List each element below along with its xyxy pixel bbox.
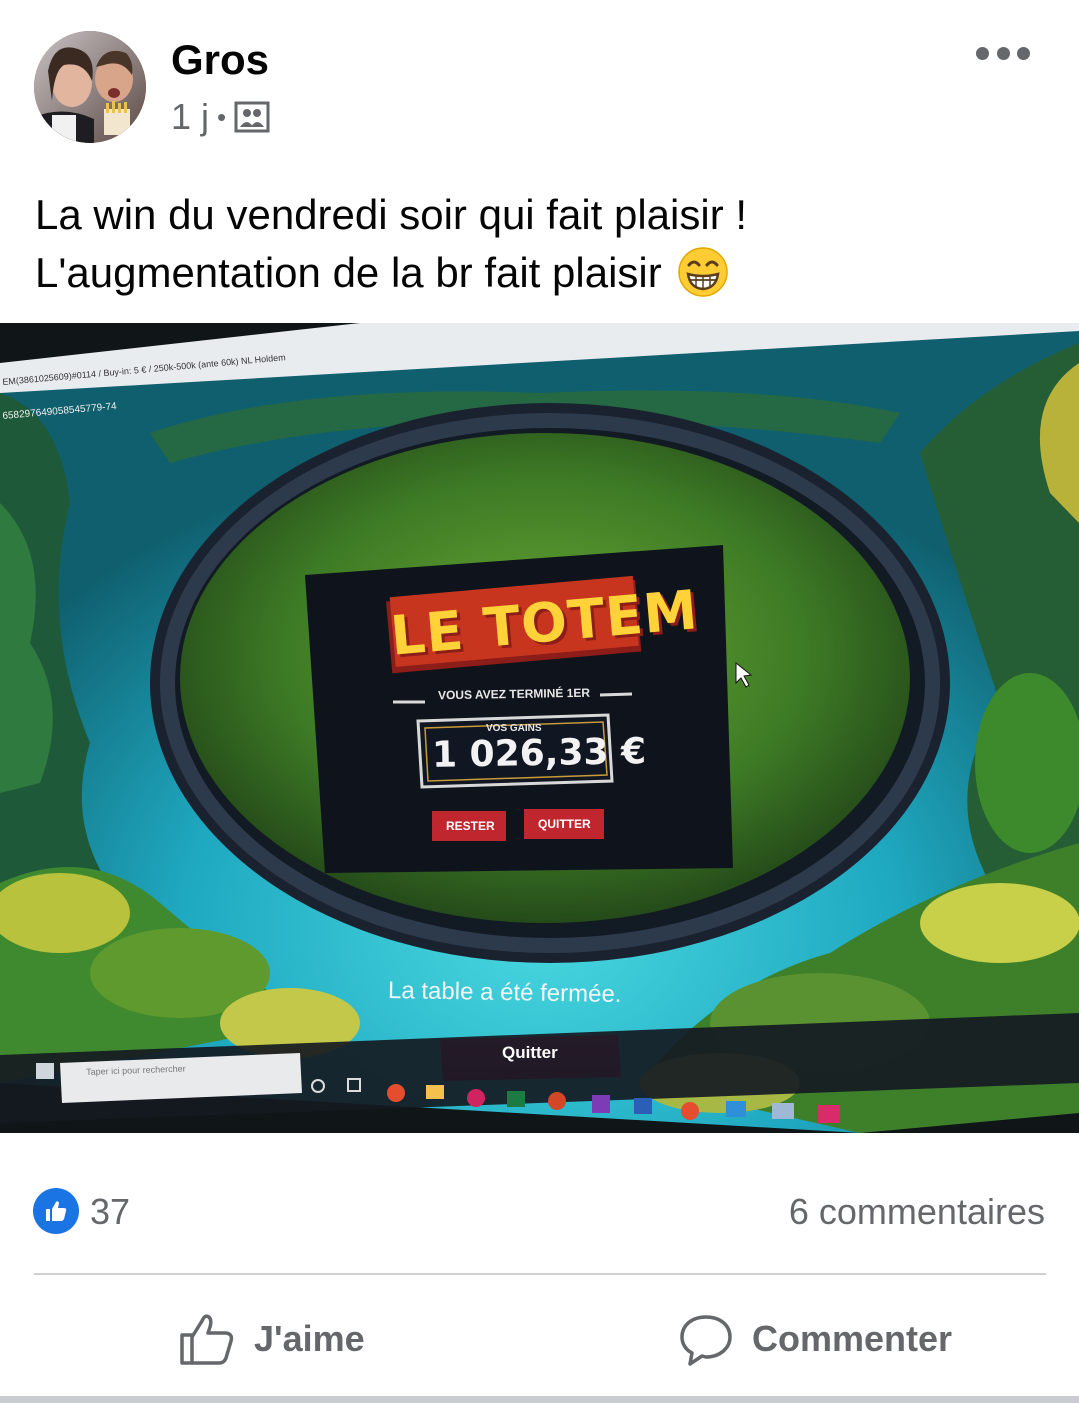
finished-first-text: VOUS AVEZ TERMINÉ 1ER <box>437 685 591 703</box>
grinning-face-emoji-icon <box>677 246 729 298</box>
table-closed-text: La table a été fermée. <box>387 976 622 1009</box>
post-actions: J'aime Commenter <box>0 1286 1079 1386</box>
thumbs-up-icon <box>180 1314 234 1365</box>
caption-line-1: La win du vendredi soir qui fait plaisir… <box>35 191 748 238</box>
post-stats: 37 6 commentaires <box>0 1175 1079 1255</box>
photo-album-icon <box>234 99 270 135</box>
post-caption: La win du vendredi soir qui fait plaisir… <box>35 186 1045 302</box>
speech-bubble-icon <box>680 1315 732 1366</box>
caption-line-2-text: L'augmentation de la br fait plaisir <box>35 249 662 296</box>
quit-button-bottom[interactable]: Quitter <box>502 1043 558 1063</box>
comments-count[interactable]: 6 commentaires <box>789 1191 1045 1233</box>
quit-button-dialog[interactable]: QUITTER <box>538 817 591 831</box>
comment-button[interactable]: Commenter <box>678 1304 952 1374</box>
winnings-value: 1 026,33 € <box>431 731 647 776</box>
post-header: Gros 1 j • <box>0 0 1079 160</box>
divider <box>34 1273 1046 1275</box>
more-options-icon[interactable] <box>976 38 1030 68</box>
bottom-separator <box>0 1396 1079 1403</box>
meta-separator: • <box>217 101 227 132</box>
author-avatar[interactable] <box>34 31 146 143</box>
post-meta: 1 j • <box>171 96 270 138</box>
author-name[interactable]: Gros <box>171 36 269 84</box>
like-button-label: J'aime <box>254 1318 365 1359</box>
stay-button[interactable]: RESTER <box>446 819 495 833</box>
caption-line-2: L'augmentation de la br fait plaisir <box>35 244 1045 302</box>
like-reaction-icon[interactable] <box>33 1188 79 1234</box>
comment-button-label: Commenter <box>752 1318 953 1359</box>
post-photo[interactable]: EM(3861025609)#0114 / Buy-in: 5 € / 250k… <box>0 323 1079 1133</box>
post-time[interactable]: 1 j <box>171 96 209 138</box>
like-button[interactable]: J'aime <box>178 1304 365 1374</box>
like-count[interactable]: 37 <box>90 1191 130 1233</box>
